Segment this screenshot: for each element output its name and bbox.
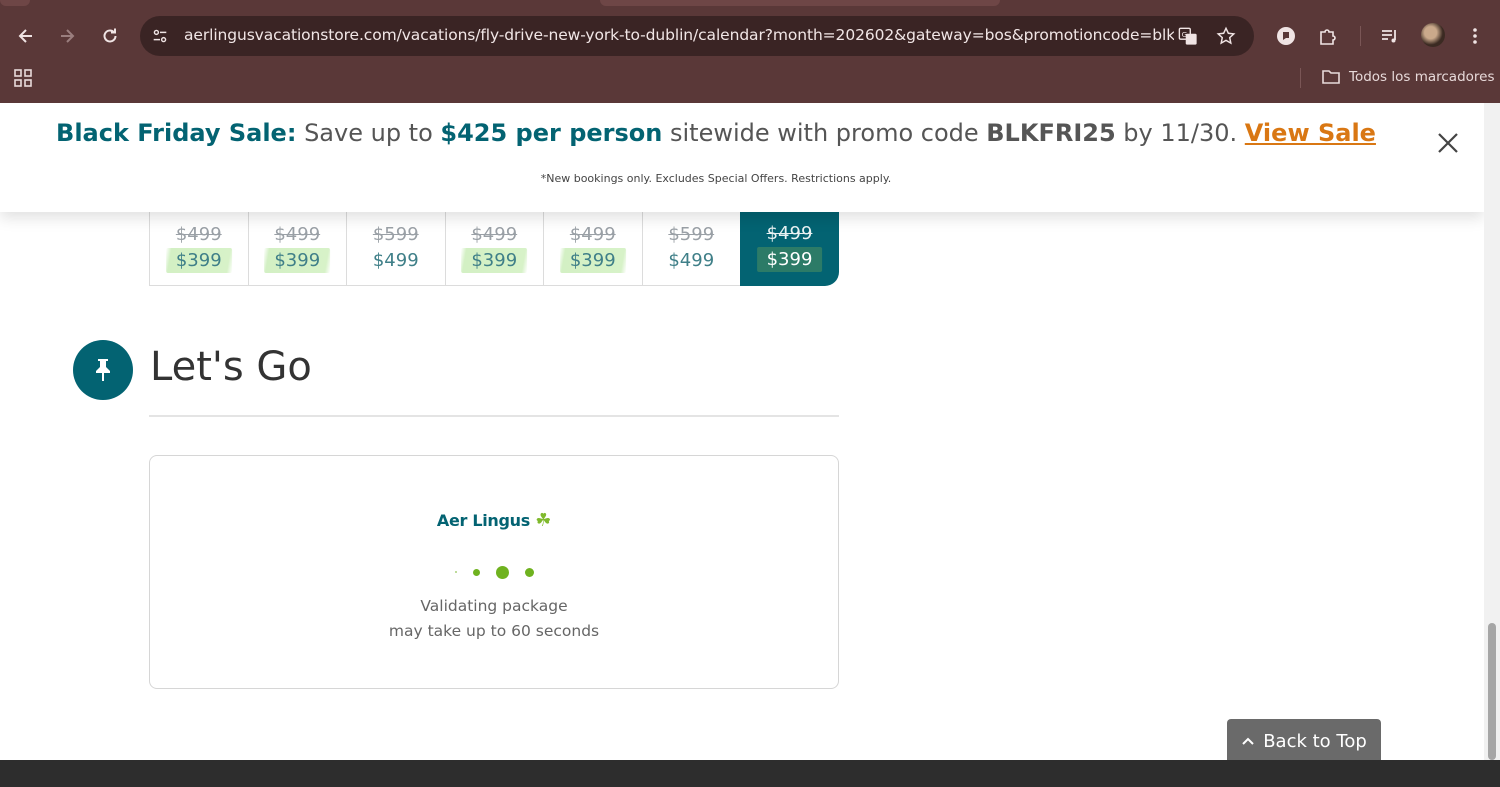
- url-text[interactable]: aerlingusvacationstore.com/vacations/fly…: [184, 26, 1174, 44]
- promo-text-2: sitewide with promo code: [662, 119, 987, 147]
- calendar-old-price: $499: [274, 224, 321, 245]
- apps-grid-icon[interactable]: [13, 68, 33, 88]
- view-sale-link[interactable]: View Sale: [1245, 119, 1376, 147]
- assistant-icon[interactable]: [1272, 22, 1300, 50]
- promo-text-3: by 11/30.: [1115, 119, 1245, 147]
- promo-code: BLKFRI25: [986, 119, 1116, 147]
- translate-icon[interactable]: G: [1176, 24, 1200, 48]
- promo-prefix: Black Friday Sale:: [56, 119, 297, 147]
- calendar-old-price: $599: [668, 224, 715, 245]
- star-icon[interactable]: [1214, 24, 1238, 48]
- toolbar-divider: [1360, 26, 1361, 46]
- scrollbar-thumb[interactable]: [1488, 623, 1496, 760]
- bookmarks-folder-label: Todos los marcadores: [1349, 69, 1495, 85]
- close-icon[interactable]: [1434, 129, 1462, 157]
- site-info-icon[interactable]: [148, 24, 172, 48]
- reload-icon: [103, 28, 117, 43]
- promo-amount: $425 per person: [440, 119, 663, 147]
- spinner-dot: [524, 567, 534, 577]
- calendar-old-price: $499: [175, 224, 222, 245]
- loading-status: Validating package: [420, 597, 568, 615]
- shamrock-icon: ☘: [535, 510, 552, 531]
- loading-hint: may take up to 60 seconds: [388, 622, 600, 640]
- page-content: 22$499$39923$499$39924$599$49925$499$399…: [0, 103, 1484, 760]
- calendar-new-price: $399: [559, 248, 626, 273]
- section-divider: [149, 415, 839, 417]
- pushpin-icon: [73, 340, 133, 400]
- profile-avatar[interactable]: [1421, 23, 1445, 47]
- extension-puzzle-icon[interactable]: [1314, 22, 1342, 50]
- calendar-new-price: $399: [165, 248, 232, 273]
- logo-text: Aer Lingus: [436, 511, 530, 530]
- address-bar[interactable]: aerlingusvacationstore.com/vacations/fly…: [140, 16, 1254, 56]
- calendar-new-price: $499: [372, 250, 419, 271]
- back-icon: [18, 29, 32, 43]
- spinner-dot: [472, 568, 480, 576]
- tab-left[interactable]: [0, 0, 30, 6]
- loading-card: Aer Lingus ☘ Validating package may take…: [149, 455, 839, 689]
- chevron-up-icon: [1242, 737, 1254, 745]
- calendar-new-price: $399: [264, 248, 331, 273]
- back-button[interactable]: [11, 21, 41, 51]
- forward-button[interactable]: [52, 21, 82, 51]
- reload-button[interactable]: [95, 21, 125, 51]
- back-to-top-button[interactable]: Back to Top: [1227, 719, 1381, 760]
- bookmarks-divider: [1300, 68, 1301, 88]
- scrollbar[interactable]: [1484, 103, 1500, 760]
- calendar-new-price: $499: [668, 250, 715, 271]
- browser-chrome: aerlingusvacationstore.com/vacations/fly…: [0, 0, 1500, 103]
- svg-text:G: G: [1182, 30, 1188, 39]
- calendar-new-price: $399: [461, 248, 528, 273]
- menu-icon[interactable]: [1461, 22, 1489, 50]
- promo-disclaimer: *New bookings only. Excludes Special Off…: [540, 172, 892, 185]
- forward-icon: [61, 29, 75, 43]
- tab-strip: [0, 0, 1500, 6]
- calendar-old-price: $599: [372, 224, 419, 245]
- spinner-dot: [454, 571, 457, 573]
- promo-text-1: Save up to: [296, 119, 441, 147]
- promo-banner: Black Friday Sale: Save up to $425 per p…: [0, 103, 1484, 212]
- calendar-old-price: $499: [766, 223, 813, 244]
- aer-lingus-logo: Aer Lingus ☘: [150, 510, 838, 531]
- section-title: Let's Go: [150, 344, 312, 390]
- calendar-new-price: $399: [756, 247, 823, 272]
- tab-right[interactable]: [600, 0, 1000, 6]
- promo-headline: Black Friday Sale: Save up to $425 per p…: [0, 119, 1432, 147]
- page-footer: [0, 760, 1500, 787]
- media-icon[interactable]: [1376, 22, 1404, 50]
- bookmarks-folder[interactable]: Todos los marcadores: [1321, 68, 1495, 86]
- folder-icon: [1322, 70, 1340, 84]
- calendar-old-price: $499: [569, 224, 616, 245]
- spinner-dot: [495, 565, 509, 579]
- calendar-old-price: $499: [471, 224, 518, 245]
- back-to-top-label: Back to Top: [1263, 730, 1367, 752]
- loading-spinner: [150, 564, 838, 580]
